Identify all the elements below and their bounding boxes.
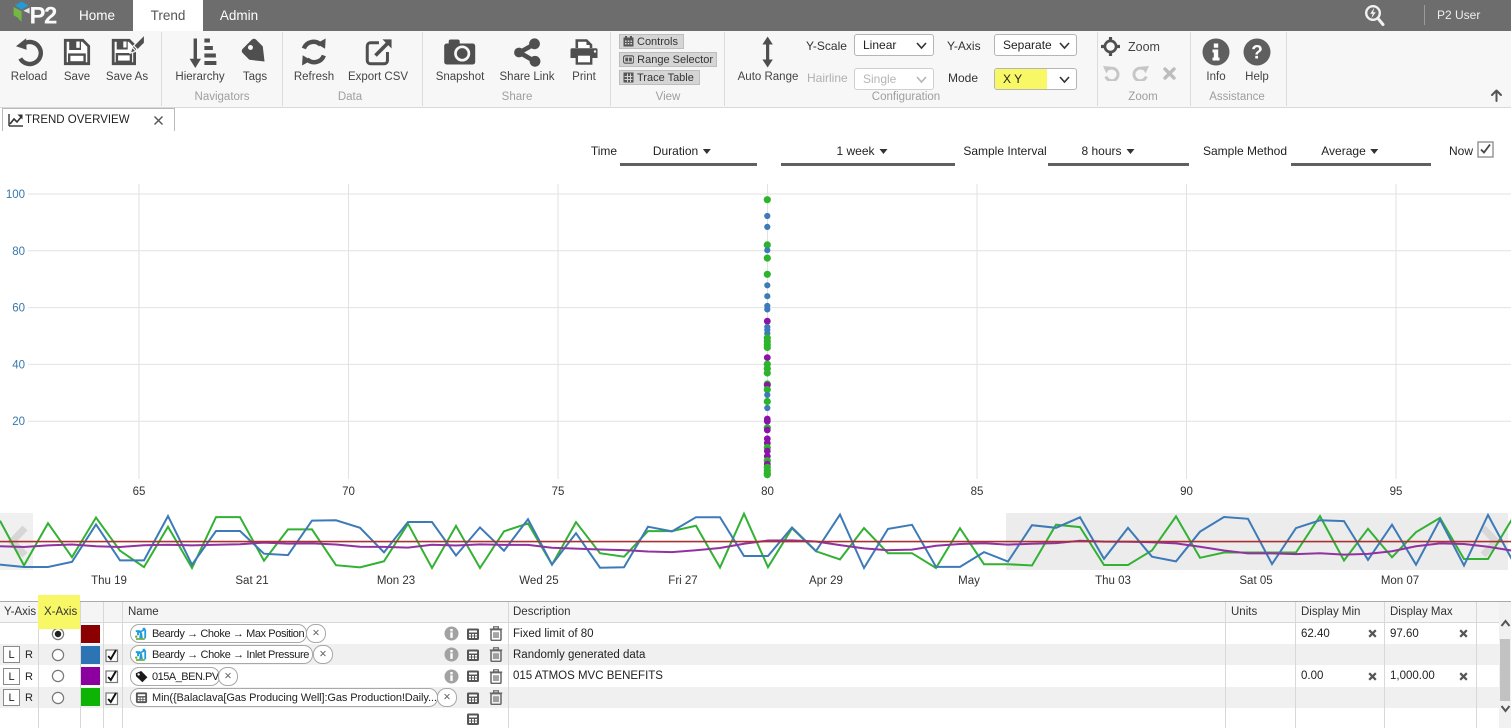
svg-text:75: 75 <box>552 486 565 498</box>
svg-text:20: 20 <box>12 416 25 428</box>
svg-text:Sat 05: Sat 05 <box>1239 575 1272 587</box>
svg-text:?: ? <box>1251 43 1263 64</box>
svg-text:90: 90 <box>1180 486 1193 498</box>
svg-text:Wed 25: Wed 25 <box>519 575 558 587</box>
svg-text:Thu 03: Thu 03 <box>1095 575 1131 587</box>
svg-text:70: 70 <box>342 486 355 498</box>
svg-text:P2: P2 <box>30 3 58 29</box>
svg-text:Apr 29: Apr 29 <box>809 575 843 587</box>
svg-text:100: 100 <box>6 189 25 201</box>
svg-text:Thu 19: Thu 19 <box>91 575 127 587</box>
svg-text:80: 80 <box>12 246 25 258</box>
svg-text:Mon 07: Mon 07 <box>1381 575 1419 587</box>
svg-text:Fri 27: Fri 27 <box>668 575 697 587</box>
svg-text:95: 95 <box>1390 486 1403 498</box>
svg-text:80: 80 <box>761 486 774 498</box>
svg-text:40: 40 <box>12 359 25 371</box>
svg-text:May: May <box>958 575 980 587</box>
svg-text:60: 60 <box>12 303 25 315</box>
svg-text:85: 85 <box>971 486 984 498</box>
svg-text:65: 65 <box>133 486 146 498</box>
svg-text:Mon 23: Mon 23 <box>377 575 415 587</box>
svg-text:Sat 21: Sat 21 <box>235 575 268 587</box>
